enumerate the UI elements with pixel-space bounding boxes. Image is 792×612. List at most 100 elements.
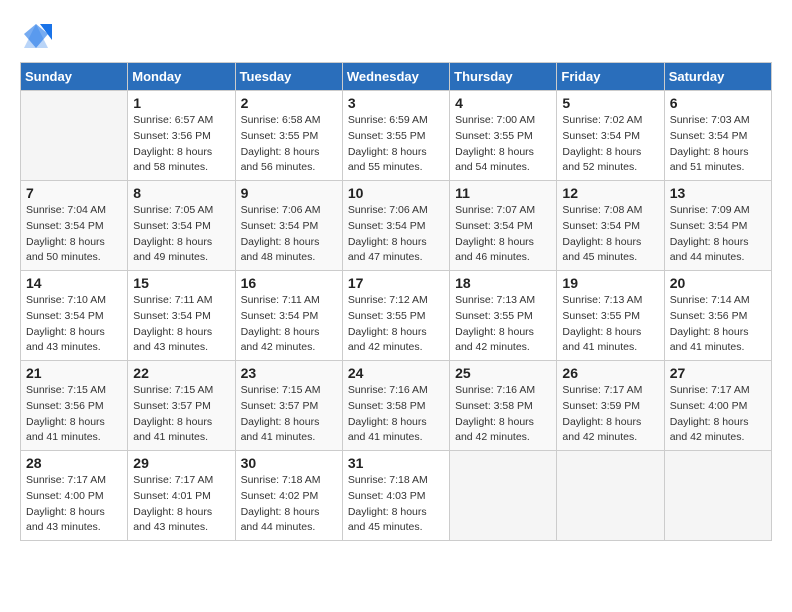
day-info: Sunrise: 7:10 AMSunset: 3:54 PMDaylight:… xyxy=(26,293,122,356)
day-info: Sunrise: 7:06 AMSunset: 3:54 PMDaylight:… xyxy=(348,203,444,266)
calendar-week-row: 14 Sunrise: 7:10 AMSunset: 3:54 PMDayligh… xyxy=(21,271,772,361)
day-info: Sunrise: 7:00 AMSunset: 3:55 PMDaylight:… xyxy=(455,113,551,176)
day-info: Sunrise: 7:14 AMSunset: 3:56 PMDaylight:… xyxy=(670,293,766,356)
day-number: 9 xyxy=(241,185,337,201)
day-info: Sunrise: 7:17 AMSunset: 3:59 PMDaylight:… xyxy=(562,383,658,446)
logo xyxy=(20,20,56,52)
day-number: 20 xyxy=(670,275,766,291)
day-info: Sunrise: 6:57 AMSunset: 3:56 PMDaylight:… xyxy=(133,113,229,176)
calendar-cell: 16 Sunrise: 7:11 AMSunset: 3:54 PMDayligh… xyxy=(235,271,342,361)
day-number: 30 xyxy=(241,455,337,471)
weekday-header-tuesday: Tuesday xyxy=(235,63,342,91)
day-number: 26 xyxy=(562,365,658,381)
day-number: 21 xyxy=(26,365,122,381)
weekday-header-wednesday: Wednesday xyxy=(342,63,449,91)
calendar-cell: 28 Sunrise: 7:17 AMSunset: 4:00 PMDayligh… xyxy=(21,451,128,541)
calendar-cell: 23 Sunrise: 7:15 AMSunset: 3:57 PMDayligh… xyxy=(235,361,342,451)
day-number: 16 xyxy=(241,275,337,291)
calendar-cell: 29 Sunrise: 7:17 AMSunset: 4:01 PMDayligh… xyxy=(128,451,235,541)
day-number: 17 xyxy=(348,275,444,291)
calendar-week-row: 28 Sunrise: 7:17 AMSunset: 4:00 PMDayligh… xyxy=(21,451,772,541)
day-number: 11 xyxy=(455,185,551,201)
day-info: Sunrise: 7:11 AMSunset: 3:54 PMDaylight:… xyxy=(133,293,229,356)
day-number: 8 xyxy=(133,185,229,201)
calendar-cell: 18 Sunrise: 7:13 AMSunset: 3:55 PMDayligh… xyxy=(450,271,557,361)
logo-icon xyxy=(20,20,52,52)
day-info: Sunrise: 7:07 AMSunset: 3:54 PMDaylight:… xyxy=(455,203,551,266)
day-number: 31 xyxy=(348,455,444,471)
day-number: 23 xyxy=(241,365,337,381)
weekday-header-friday: Friday xyxy=(557,63,664,91)
calendar-cell: 31 Sunrise: 7:18 AMSunset: 4:03 PMDayligh… xyxy=(342,451,449,541)
day-number: 28 xyxy=(26,455,122,471)
page-header xyxy=(20,20,772,52)
calendar-cell: 26 Sunrise: 7:17 AMSunset: 3:59 PMDayligh… xyxy=(557,361,664,451)
calendar-cell: 14 Sunrise: 7:10 AMSunset: 3:54 PMDayligh… xyxy=(21,271,128,361)
day-info: Sunrise: 7:17 AMSunset: 4:00 PMDaylight:… xyxy=(26,473,122,536)
day-info: Sunrise: 7:16 AMSunset: 3:58 PMDaylight:… xyxy=(348,383,444,446)
calendar-cell: 27Sunrise: 7:17 AMSunset: 4:00 PMDayligh… xyxy=(664,361,771,451)
day-info: Sunrise: 7:03 AMSunset: 3:54 PMDaylight:… xyxy=(670,113,766,176)
calendar-cell: 12 Sunrise: 7:08 AMSunset: 3:54 PMDayligh… xyxy=(557,181,664,271)
day-info: Sunrise: 7:04 AMSunset: 3:54 PMDaylight:… xyxy=(26,203,122,266)
day-number: 18 xyxy=(455,275,551,291)
day-number: 10 xyxy=(348,185,444,201)
day-number: 2 xyxy=(241,95,337,111)
day-number: 1 xyxy=(133,95,229,111)
calendar-cell: 17 Sunrise: 7:12 AMSunset: 3:55 PMDayligh… xyxy=(342,271,449,361)
calendar-cell: 1 Sunrise: 6:57 AMSunset: 3:56 PMDaylight… xyxy=(128,91,235,181)
day-info: Sunrise: 7:15 AMSunset: 3:56 PMDaylight:… xyxy=(26,383,122,446)
day-info: Sunrise: 7:18 AMSunset: 4:03 PMDaylight:… xyxy=(348,473,444,536)
day-number: 22 xyxy=(133,365,229,381)
calendar-cell: 3 Sunrise: 6:59 AMSunset: 3:55 PMDaylight… xyxy=(342,91,449,181)
calendar-cell: 30 Sunrise: 7:18 AMSunset: 4:02 PMDayligh… xyxy=(235,451,342,541)
day-info: Sunrise: 6:59 AMSunset: 3:55 PMDaylight:… xyxy=(348,113,444,176)
calendar-cell: 15 Sunrise: 7:11 AMSunset: 3:54 PMDayligh… xyxy=(128,271,235,361)
calendar-cell: 19 Sunrise: 7:13 AMSunset: 3:55 PMDayligh… xyxy=(557,271,664,361)
calendar-week-row: 7 Sunrise: 7:04 AMSunset: 3:54 PMDaylight… xyxy=(21,181,772,271)
calendar-cell: 7 Sunrise: 7:04 AMSunset: 3:54 PMDaylight… xyxy=(21,181,128,271)
day-number: 13 xyxy=(670,185,766,201)
day-info: Sunrise: 7:08 AMSunset: 3:54 PMDaylight:… xyxy=(562,203,658,266)
weekday-header-saturday: Saturday xyxy=(664,63,771,91)
day-number: 14 xyxy=(26,275,122,291)
day-number: 6 xyxy=(670,95,766,111)
day-info: Sunrise: 7:16 AMSunset: 3:58 PMDaylight:… xyxy=(455,383,551,446)
day-number: 12 xyxy=(562,185,658,201)
day-number: 15 xyxy=(133,275,229,291)
day-info: Sunrise: 7:15 AMSunset: 3:57 PMDaylight:… xyxy=(133,383,229,446)
day-info: Sunrise: 7:02 AMSunset: 3:54 PMDaylight:… xyxy=(562,113,658,176)
day-info: Sunrise: 7:13 AMSunset: 3:55 PMDaylight:… xyxy=(455,293,551,356)
calendar-cell: 13 Sunrise: 7:09 AMSunset: 3:54 PMDayligh… xyxy=(664,181,771,271)
calendar-cell: 6 Sunrise: 7:03 AMSunset: 3:54 PMDaylight… xyxy=(664,91,771,181)
weekday-header-thursday: Thursday xyxy=(450,63,557,91)
calendar-cell: 4Sunrise: 7:00 AMSunset: 3:55 PMDaylight… xyxy=(450,91,557,181)
day-info: Sunrise: 7:18 AMSunset: 4:02 PMDaylight:… xyxy=(241,473,337,536)
calendar-week-row: 1 Sunrise: 6:57 AMSunset: 3:56 PMDaylight… xyxy=(21,91,772,181)
day-info: Sunrise: 7:05 AMSunset: 3:54 PMDaylight:… xyxy=(133,203,229,266)
day-number: 24 xyxy=(348,365,444,381)
weekday-header-monday: Monday xyxy=(128,63,235,91)
day-info: Sunrise: 7:12 AMSunset: 3:55 PMDaylight:… xyxy=(348,293,444,356)
calendar-cell xyxy=(664,451,771,541)
calendar-cell xyxy=(21,91,128,181)
calendar-cell xyxy=(557,451,664,541)
calendar-cell: 20 Sunrise: 7:14 AMSunset: 3:56 PMDayligh… xyxy=(664,271,771,361)
day-info: Sunrise: 7:13 AMSunset: 3:55 PMDaylight:… xyxy=(562,293,658,356)
weekday-header-row: SundayMondayTuesdayWednesdayThursdayFrid… xyxy=(21,63,772,91)
day-info: Sunrise: 7:15 AMSunset: 3:57 PMDaylight:… xyxy=(241,383,337,446)
day-info: Sunrise: 7:17 AMSunset: 4:01 PMDaylight:… xyxy=(133,473,229,536)
day-number: 7 xyxy=(26,185,122,201)
day-number: 3 xyxy=(348,95,444,111)
calendar-table: SundayMondayTuesdayWednesdayThursdayFrid… xyxy=(20,62,772,541)
day-info: Sunrise: 7:06 AMSunset: 3:54 PMDaylight:… xyxy=(241,203,337,266)
calendar-cell xyxy=(450,451,557,541)
day-info: Sunrise: 7:09 AMSunset: 3:54 PMDaylight:… xyxy=(670,203,766,266)
calendar-cell: 22 Sunrise: 7:15 AMSunset: 3:57 PMDayligh… xyxy=(128,361,235,451)
day-number: 25 xyxy=(455,365,551,381)
day-number: 27 xyxy=(670,365,766,381)
day-number: 19 xyxy=(562,275,658,291)
day-info: Sunrise: 7:11 AMSunset: 3:54 PMDaylight:… xyxy=(241,293,337,356)
day-number: 29 xyxy=(133,455,229,471)
calendar-cell: 21 Sunrise: 7:15 AMSunset: 3:56 PMDayligh… xyxy=(21,361,128,451)
